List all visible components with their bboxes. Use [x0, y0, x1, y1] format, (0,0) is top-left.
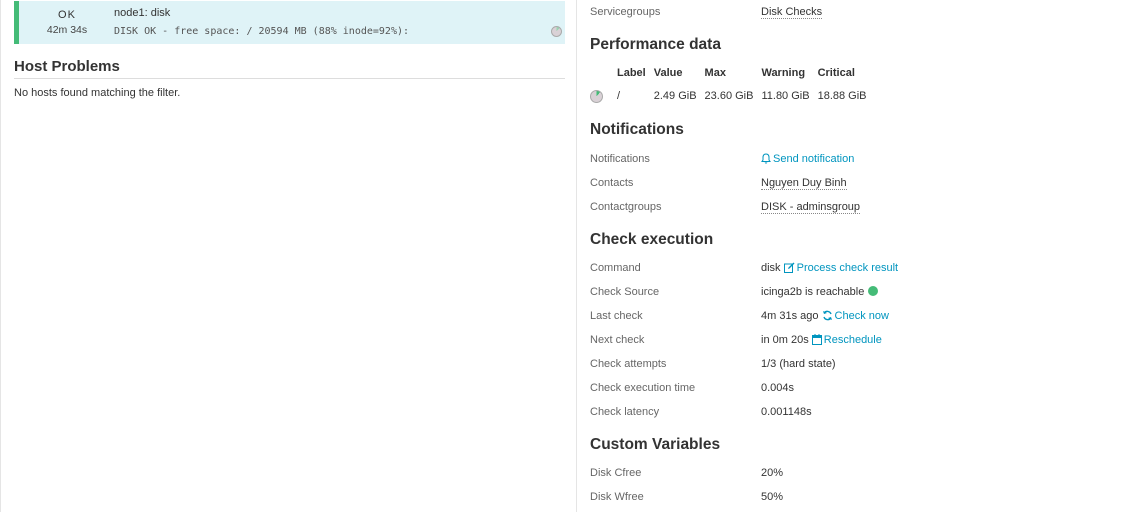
service-state-cell: OK 42m 34s — [19, 1, 115, 36]
plugin-output: DISK OK - free space: / 20594 MB (88% in… — [114, 26, 410, 37]
perf-header-warning: Warning — [761, 67, 806, 79]
reschedule-label: Reschedule — [823, 334, 882, 346]
detail-pane: Servicegroups Disk Checks Performance da… — [578, 0, 1123, 512]
command-value-cell: disk Process check result — [761, 262, 898, 274]
servicegroups-label: Servicegroups — [590, 6, 661, 18]
custom-variables-title: Custom Variables — [590, 436, 721, 453]
check-execution-title: Check execution — [590, 231, 714, 248]
send-notification-link[interactable]: Send notification — [761, 153, 854, 165]
calendar-icon — [811, 334, 822, 345]
bell-icon — [761, 153, 771, 164]
check-now-link[interactable]: Check now — [822, 310, 889, 322]
perf-header-label: Label — [617, 67, 646, 79]
perfdata-pie-icon — [551, 26, 562, 37]
next-check-label: Next check — [590, 334, 645, 346]
service-row[interactable]: OK 42m 34s node1: disk DISK OK - free sp… — [14, 1, 565, 44]
exec-time-value: 0.004s — [761, 382, 795, 394]
perf-pie-cell — [590, 82, 617, 110]
attempts-value: 1/3 (hard state) — [761, 358, 836, 370]
refresh-icon — [822, 310, 832, 321]
contacts-label: Contacts — [590, 177, 634, 189]
send-notification-label: Send notification — [773, 153, 855, 165]
perf-value: 2.49 GiB — [653, 90, 697, 102]
edit-icon — [783, 262, 795, 273]
service-name[interactable]: node1: disk — [114, 7, 170, 19]
pie-chart-icon — [590, 89, 603, 103]
process-check-result-label: Process check result — [796, 262, 899, 274]
check-source-label: Check Source — [590, 286, 660, 298]
notifications-title: Notifications — [590, 121, 684, 138]
perf-max: 23.60 GiB — [704, 90, 754, 102]
exec-time-label: Check execution time — [590, 382, 696, 394]
custom-var-value: 20% — [761, 467, 784, 479]
perf-header-max: Max — [704, 67, 726, 79]
host-problems-title: Host Problems — [14, 58, 565, 79]
perfdata-table: Label Value Max Warning Critical / 2.49 … — [590, 64, 875, 110]
contact-link[interactable]: Nguyen Duy Binh — [761, 177, 847, 190]
last-check-label: Last check — [590, 310, 643, 322]
next-check-value-cell: in 0m 20s Reschedule — [761, 334, 882, 346]
perf-header-icon — [590, 64, 617, 82]
left-pane: OK 42m 34s node1: disk DISK OK - free sp… — [0, 0, 577, 512]
command-label: Command — [590, 262, 641, 274]
check-now-label: Check now — [834, 310, 889, 322]
performance-title: Performance data — [590, 36, 721, 53]
process-check-result-link[interactable]: Process check result — [783, 262, 899, 274]
command-value: disk — [761, 262, 781, 274]
last-check-value: 4m 31s ago — [761, 310, 819, 322]
state-duration: 42m 34s — [46, 24, 88, 36]
check-source-value: icinga2b is reachable — [761, 286, 865, 298]
custom-var-value: 50% — [761, 491, 784, 503]
perfdata-header-row: Label Value Max Warning Critical — [590, 64, 875, 82]
contactgroups-label: Contactgroups — [590, 201, 662, 213]
state-label: OK — [58, 9, 76, 21]
servicegroup-link[interactable]: Disk Checks — [761, 6, 823, 19]
custom-var-label: Disk Cfree — [590, 467, 642, 479]
latency-value: 0.001148s — [761, 406, 812, 418]
perf-header-value: Value — [653, 67, 683, 79]
reschedule-link[interactable]: Reschedule — [811, 334, 882, 346]
last-check-value-cell: 4m 31s ago Check now — [761, 310, 889, 322]
next-check-value: in 0m 20s — [761, 334, 809, 346]
contactgroup-link[interactable]: DISK - adminsgroup — [761, 201, 861, 214]
table-row: / 2.49 GiB 23.60 GiB 11.80 GiB 18.88 GiB — [590, 82, 875, 110]
notifications-label: Notifications — [590, 153, 650, 165]
attempts-label: Check attempts — [590, 358, 667, 370]
perf-label: / — [617, 90, 621, 102]
custom-var-label: Disk Wfree — [590, 491, 644, 503]
latency-label: Check latency — [590, 406, 660, 418]
perf-header-critical: Critical — [817, 67, 855, 79]
perf-warning: 11.80 GiB — [761, 90, 810, 102]
perf-critical: 18.88 GiB — [817, 90, 867, 102]
reachable-status-icon — [868, 286, 879, 296]
empty-message: No hosts found matching the filter. — [14, 87, 181, 99]
check-source-value-cell: icinga2b is reachable — [761, 286, 879, 298]
